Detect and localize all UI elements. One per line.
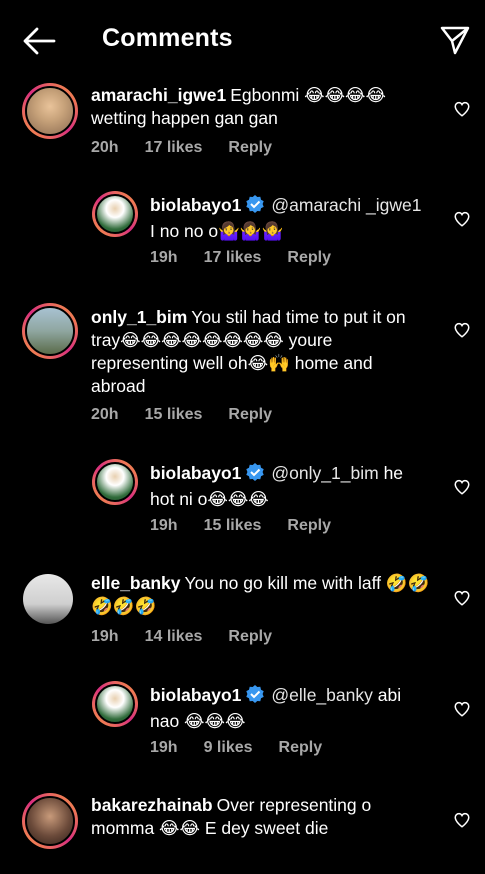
verified-badge-icon <box>245 684 265 710</box>
comment-time: 19h <box>150 249 178 266</box>
heart-icon[interactable] <box>453 700 471 718</box>
mention-link[interactable]: @elle_banky <box>271 685 372 705</box>
comment-meta: 19h 15 likes Reply <box>150 517 357 535</box>
comment-likes[interactable]: 17 likes <box>204 249 262 266</box>
avatar[interactable] <box>23 574 73 624</box>
comment-username[interactable]: biolabayo1 <box>150 463 241 483</box>
avatar[interactable] <box>92 459 138 505</box>
comment-body: biolabayo1 @amarachi _igwe1 I no no o🤷‍♀️… <box>150 194 425 243</box>
comment-username[interactable]: biolabayo1 <box>150 195 241 215</box>
comment-body: only_1_bim You stil had time to put it on… <box>91 306 431 398</box>
avatar[interactable] <box>22 793 78 849</box>
send-icon[interactable] <box>439 24 471 56</box>
page-title: Comments <box>102 24 233 52</box>
comment-username[interactable]: elle_banky <box>91 573 181 593</box>
comment-time: 20h <box>91 406 119 423</box>
comment-meta: 20h 17 likes Reply <box>91 139 298 157</box>
reply-button[interactable]: Reply <box>279 739 323 756</box>
comment-body: elle_banky You no go kill me with laff 🤣🤣… <box>91 572 431 618</box>
reply-button[interactable]: Reply <box>228 139 272 156</box>
top-bar: Comments <box>0 0 485 80</box>
avatar[interactable] <box>92 191 138 237</box>
comment-likes[interactable]: 9 likes <box>204 739 253 756</box>
reply-button[interactable]: Reply <box>287 517 331 534</box>
avatar[interactable] <box>22 83 78 139</box>
reply-button[interactable]: Reply <box>228 406 272 423</box>
comment-body: biolabayo1 @elle_banky abi nao 😂😂😂 <box>150 684 425 733</box>
comment-meta: 19h 14 likes Reply <box>91 628 298 646</box>
comment-username[interactable]: only_1_bim <box>91 307 187 327</box>
comment-meta: 19h 17 likes Reply <box>150 249 357 267</box>
back-arrow-icon[interactable] <box>22 26 56 56</box>
heart-icon[interactable] <box>453 478 471 496</box>
comment-meta: 19h 9 likes Reply <box>150 739 348 757</box>
comment-username[interactable]: bakarezhainab <box>91 795 213 815</box>
mention-link[interactable]: @only_1_bim <box>271 463 378 483</box>
comment-likes[interactable]: 15 likes <box>204 517 262 534</box>
comment-body: amarachi_igwe1 Egbonmi 😂😂😂😂 wetting happe… <box>91 84 431 130</box>
comment-body: biolabayo1 @only_1_bim he hot ni o😂😂😂 <box>150 462 425 511</box>
comment-time: 19h <box>150 739 178 756</box>
avatar[interactable] <box>92 681 138 727</box>
comment-likes[interactable]: 17 likes <box>145 139 203 156</box>
comment-body: bakarezhainab Over representing o momma 😂… <box>91 794 431 840</box>
verified-badge-icon <box>245 194 265 220</box>
avatar[interactable] <box>22 303 78 359</box>
comment-username[interactable]: amarachi_igwe1 <box>91 85 226 105</box>
comment-text: I no no o🤷‍♀️🤷‍♀️🤷‍♀️ <box>150 221 284 241</box>
mention-link[interactable]: @amarachi _igwe1 <box>271 195 421 215</box>
heart-icon[interactable] <box>453 321 471 339</box>
comment-time: 20h <box>91 139 119 156</box>
comment-time: 19h <box>91 628 119 645</box>
reply-button[interactable]: Reply <box>228 628 272 645</box>
heart-icon[interactable] <box>453 589 471 607</box>
heart-icon[interactable] <box>453 811 471 829</box>
reply-button[interactable]: Reply <box>287 249 331 266</box>
comment-time: 19h <box>150 517 178 534</box>
comment-likes[interactable]: 14 likes <box>145 628 203 645</box>
heart-icon[interactable] <box>453 100 471 118</box>
verified-badge-icon <box>245 462 265 488</box>
heart-icon[interactable] <box>453 210 471 228</box>
comment-likes[interactable]: 15 likes <box>145 406 203 423</box>
comment-username[interactable]: biolabayo1 <box>150 685 241 705</box>
comment-meta: 20h 15 likes Reply <box>91 406 298 424</box>
